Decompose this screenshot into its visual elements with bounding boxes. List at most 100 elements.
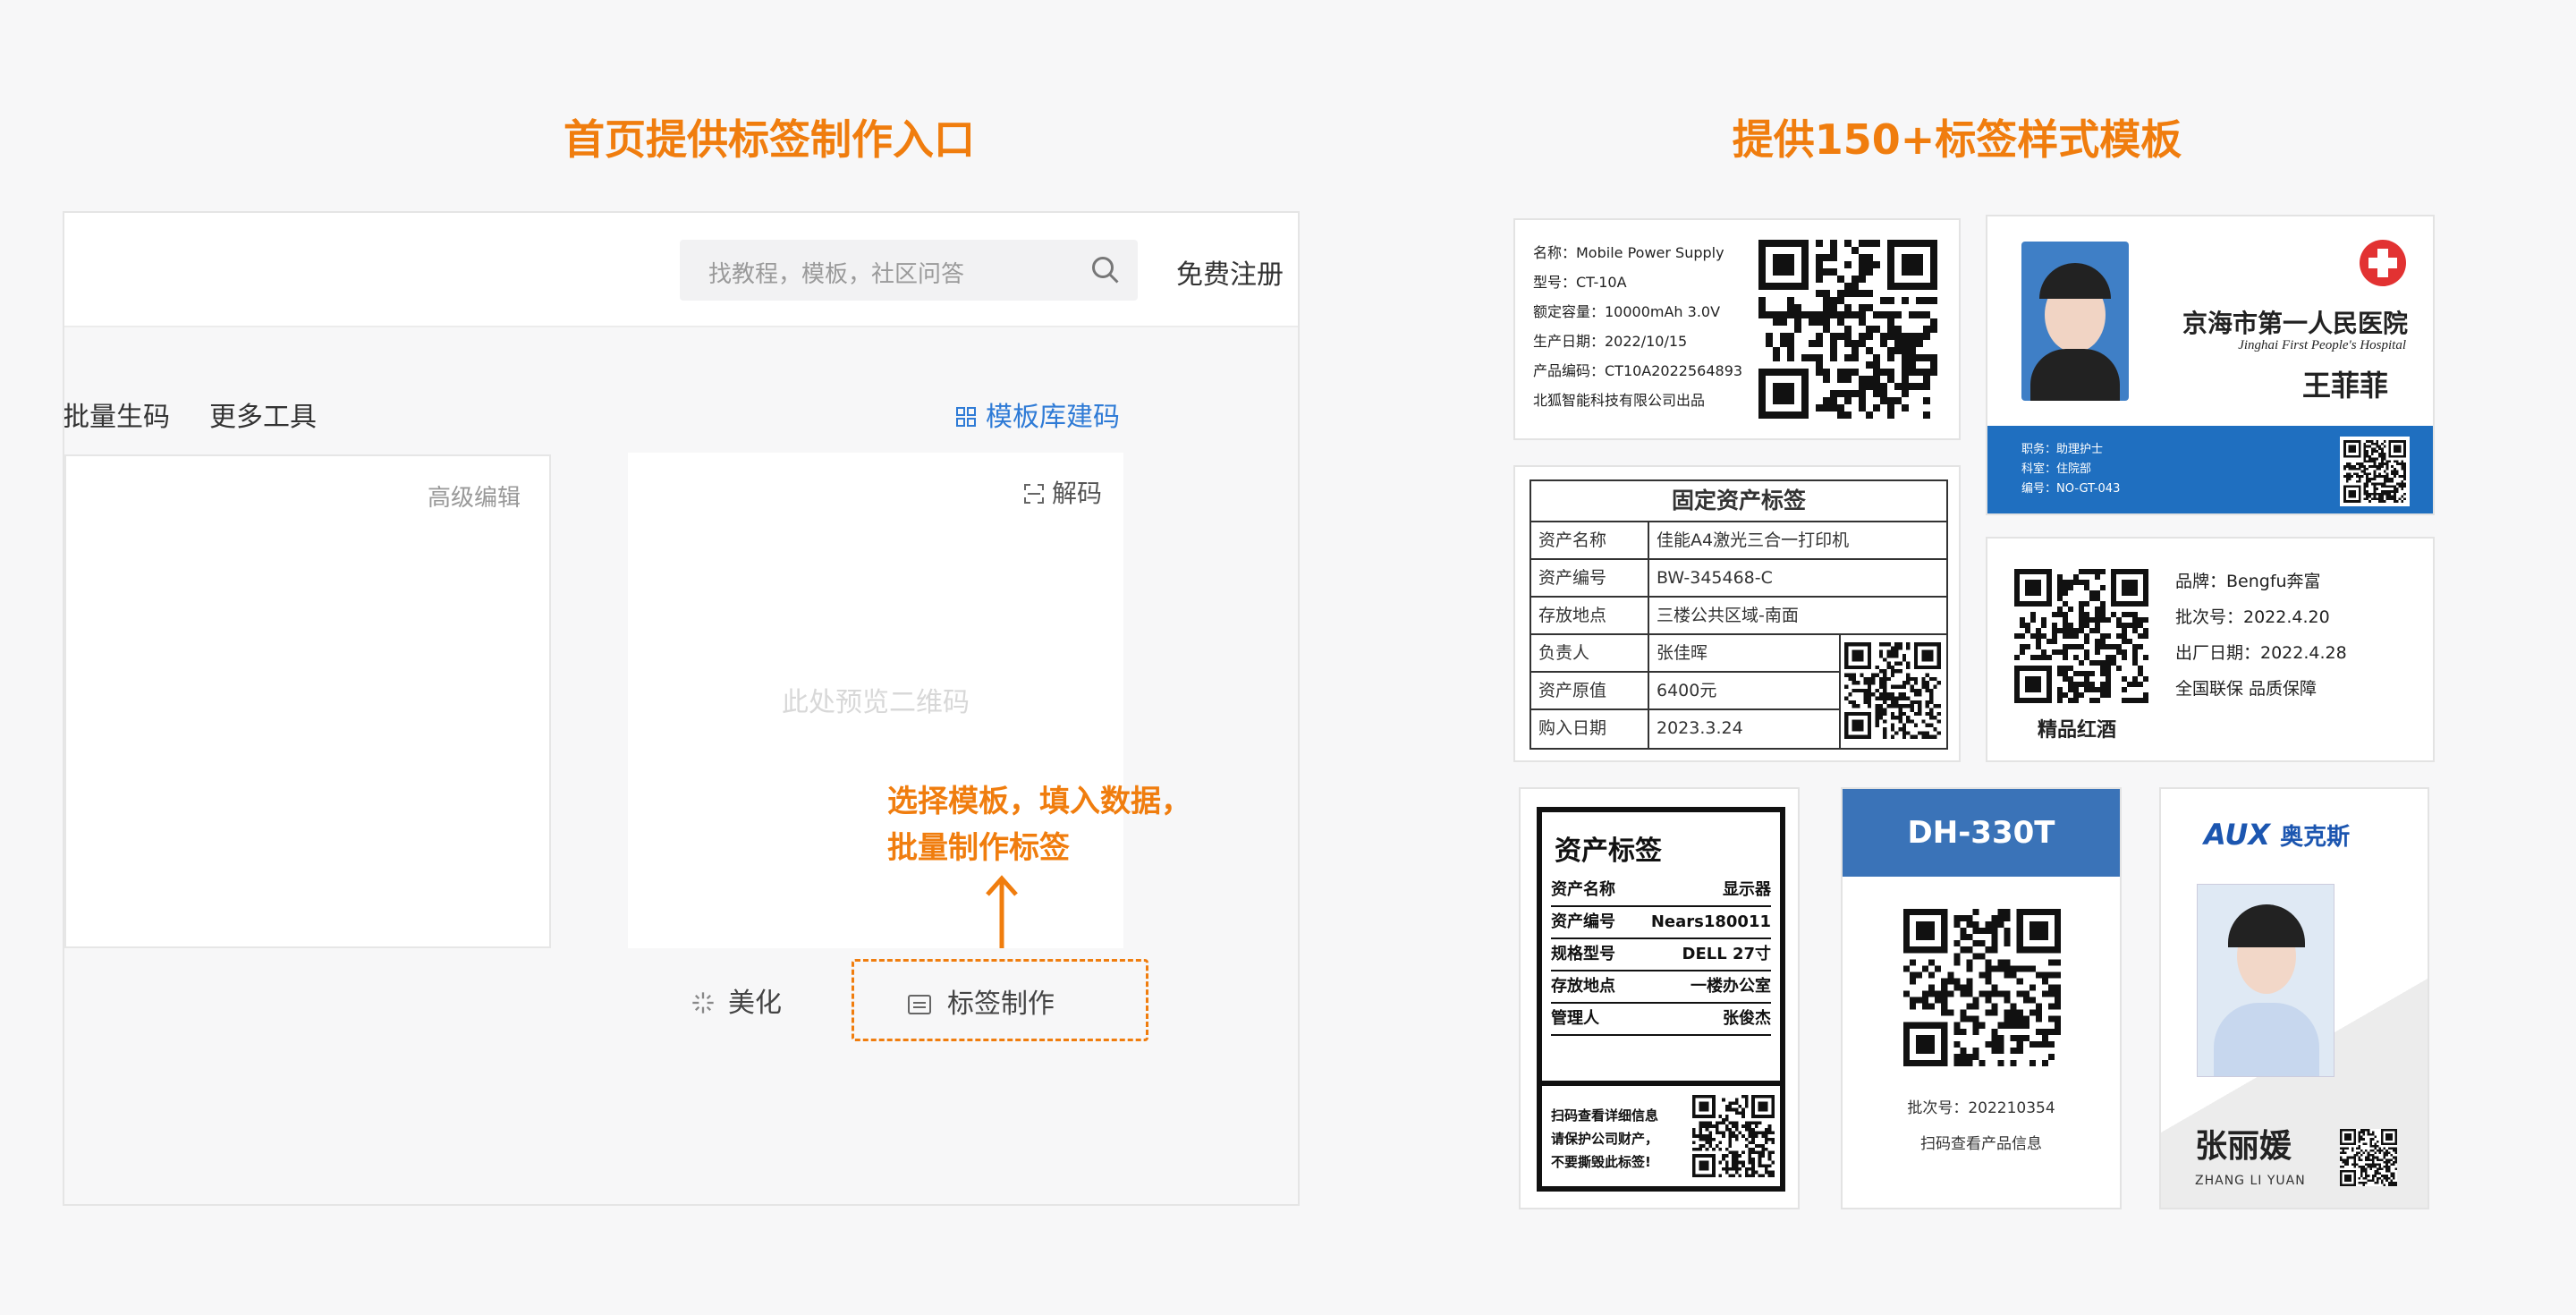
fixed-asset-title: 固定资产标签	[1531, 481, 1946, 522]
asset-label-card[interactable]: 资产标签 资产名称 显示器 资产编号 Nears180011 规格型号 DELL 27寸存…	[1519, 787, 1800, 1209]
search-placeholder: 找教程，模板，社区问答	[708, 261, 965, 288]
hint-line-1: 选择模板，填入数据，	[887, 784, 1191, 819]
register-link[interactable]: 免费注册	[1176, 252, 1284, 292]
fixed-asset-label-card[interactable]: 固定资产标签 资产名称 佳能A4激光三合一打印机 资产编号 BW-345468-C 存放…	[1513, 465, 1961, 762]
fixed-asset-key: 购入日期	[1531, 710, 1649, 748]
asset-label-row: 资产名称 显示器	[1551, 875, 1771, 907]
fixed-asset-key: 负责人	[1531, 635, 1649, 671]
fixed-asset-row: 购入日期 2023.3.24	[1531, 710, 1841, 748]
nav-more-tools[interactable]: 更多工具	[209, 394, 317, 434]
qr-code-icon	[2340, 1129, 2397, 1186]
asset-label-value: 张俊杰	[1723, 1009, 1771, 1028]
label-icon	[908, 995, 931, 1014]
hospital-badge-card[interactable]: 京海市第一人民医院 Jinghai First People's Hospita…	[1986, 215, 2435, 515]
fixed-asset-value: 三楼公共区域-南面	[1657, 606, 1799, 625]
fixed-asset-row: 资产编号 BW-345468-C	[1531, 560, 1946, 598]
sparkle-icon	[692, 992, 714, 1014]
search-box[interactable]: 找教程，模板，社区问答	[680, 240, 1138, 301]
beautify-label: 美化	[728, 988, 782, 1019]
top-bar: 找教程，模板，社区问答 免费注册	[64, 213, 1298, 327]
asset-label-value: DELL 27寸	[1682, 945, 1772, 963]
asset-label-title: 资产标签	[1555, 836, 1662, 867]
asset-label-key: 规格型号	[1551, 945, 1615, 963]
fixed-asset-row: 资产原值 6400元	[1531, 673, 1841, 710]
asset-note-2: 请保护公司财产，	[1551, 1131, 1659, 1147]
decode-label: 解码	[1051, 479, 1102, 508]
asset-note-3: 不要撕毁此标签!	[1551, 1154, 1651, 1170]
asset-label-key: 管理人	[1551, 1009, 1599, 1028]
asset-label-value: 一楼办公室	[1690, 977, 1771, 996]
qr-code-icon	[1692, 1095, 1775, 1177]
asset-label-value: Nears180011	[1650, 912, 1771, 931]
product-model: DH-330T	[1907, 815, 2055, 851]
grid-icon	[956, 407, 976, 427]
qr-preview-placeholder: 此处预览二维码	[782, 687, 970, 718]
app-mockup: 找教程，模板，社区问答 免费注册 批量生码 更多工具 模板库建码 高级编辑 解码…	[63, 211, 1300, 1206]
aux-logo-en: AUX	[2204, 818, 2270, 852]
wine-brand: 品牌：Bengfu奔富	[2175, 572, 2321, 591]
pb-date: 生产日期：2022/10/15	[1533, 333, 1688, 350]
hospital-name-en: Jinghai First People's Hospital	[2238, 338, 2406, 352]
asset-label-rows: 资产名称 显示器 资产编号 Nears180011 规格型号 DELL 27寸 存放地点 一楼…	[1542, 875, 1780, 1036]
badge-info-band: 职务：助理护士 科室：住院部 编号：NO-GT-043	[1987, 426, 2433, 513]
aux-logo-cn: 奥克斯	[2280, 824, 2351, 851]
wine-label-card[interactable]: 精品红酒 品牌：Bengfu奔富 批次号：2022.4.20 出厂日期：2022…	[1986, 537, 2435, 762]
fixed-asset-value: 2023.3.24	[1657, 718, 1743, 738]
hospital-name: 京海市第一人民医院	[2182, 309, 2408, 338]
badge-number: 编号：NO-GT-043	[2021, 482, 2121, 496]
beautify-button[interactable]: 美化	[691, 980, 782, 1020]
arrow-up-icon	[986, 875, 1018, 948]
badge-role: 职务：助理护士	[2021, 443, 2104, 456]
asset-label-frame: 资产标签 资产名称 显示器 资产编号 Nears180011 规格型号 DELL 27寸存…	[1537, 807, 1785, 1192]
fixed-asset-row: 资产名称 佳能A4激光三合一打印机	[1531, 522, 1946, 560]
hint-line-2: 批量制作标签	[887, 830, 1070, 866]
product-note: 扫码查看产品信息	[1920, 1135, 2042, 1153]
nav-batch-generate[interactable]: 批量生码	[64, 394, 170, 434]
template-library-label: 模板库建码	[986, 402, 1120, 433]
asset-note-1: 扫码查看详细信息	[1551, 1107, 1659, 1124]
hint-text: 选择模板，填入数据， 批量制作标签	[887, 778, 1191, 871]
fixed-asset-value: 佳能A4激光三合一打印机	[1657, 530, 1850, 550]
asset-label-row: 管理人 张俊杰	[1551, 1004, 1771, 1036]
advanced-edit-link[interactable]: 高级编辑	[428, 479, 521, 513]
wine-batch: 批次号：2022.4.20	[2175, 607, 2330, 627]
product-header: DH-330T	[1843, 789, 2120, 877]
qr-code-icon	[1844, 642, 1941, 739]
qr-code-icon	[2014, 569, 2148, 703]
asset-label-key: 资产编号	[1551, 912, 1615, 931]
pb-code: 产品编码：CT10A2022564893	[1533, 362, 1743, 379]
fixed-asset-key: 资产编号	[1531, 560, 1649, 596]
fixed-asset-value: BW-345468-C	[1657, 568, 1773, 588]
badge-photo	[2021, 242, 2129, 401]
preview-panel: 解码 此处预览二维码	[628, 453, 1123, 948]
aux-person-pinyin: ZHANG LI YUAN	[2195, 1174, 2306, 1188]
editor-panel[interactable]: 高级编辑	[64, 454, 551, 948]
product-batch: 批次号：202210354	[1907, 1099, 2055, 1117]
power-bank-info: 名称：Mobile Power Supply 型号：CT-10A 额定容量：10…	[1533, 238, 1742, 415]
wine-warranty: 全国联保 品质保障	[2175, 679, 2318, 699]
pb-model: 型号：CT-10A	[1533, 274, 1627, 291]
label-make-button[interactable]: 标签制作	[852, 959, 1148, 1041]
asset-label-row: 资产编号 Nears180011	[1551, 907, 1771, 939]
wine-caption: 精品红酒	[2038, 719, 2117, 742]
product-label-card[interactable]: DH-330T 批次号：202210354 扫码查看产品信息	[1841, 787, 2122, 1209]
aux-badge-card[interactable]: AUX 奥克斯 张丽媛 ZHANG LI YUAN	[2159, 787, 2429, 1209]
fixed-asset-key: 资产名称	[1531, 522, 1649, 558]
red-cross-icon	[2360, 240, 2406, 286]
qr-code-icon	[1903, 909, 2061, 1066]
pb-name: 名称：Mobile Power Supply	[1533, 244, 1724, 261]
asset-label-key: 资产名称	[1551, 880, 1615, 899]
fixed-asset-key: 资产原值	[1531, 673, 1649, 708]
pb-capacity: 额定容量：10000mAh 3.0V	[1533, 303, 1721, 320]
aux-person-name: 张丽媛	[2195, 1128, 2292, 1165]
fixed-asset-row: 负责人 张佳晖	[1531, 635, 1841, 673]
scan-icon	[1023, 484, 1044, 504]
search-icon[interactable]	[1089, 254, 1122, 286]
qr-code-icon	[1758, 240, 1937, 419]
wine-date: 出厂日期：2022.4.28	[2175, 643, 2347, 663]
fixed-asset-value: 张佳晖	[1657, 643, 1708, 663]
power-bank-label-card[interactable]: 名称：Mobile Power Supply 型号：CT-10A 额定容量：10…	[1513, 218, 1961, 440]
aux-logo: AUX 奥克斯	[2204, 818, 2350, 852]
decode-button[interactable]: 解码	[1023, 474, 1102, 510]
template-library-button[interactable]: 模板库建码	[955, 394, 1120, 434]
